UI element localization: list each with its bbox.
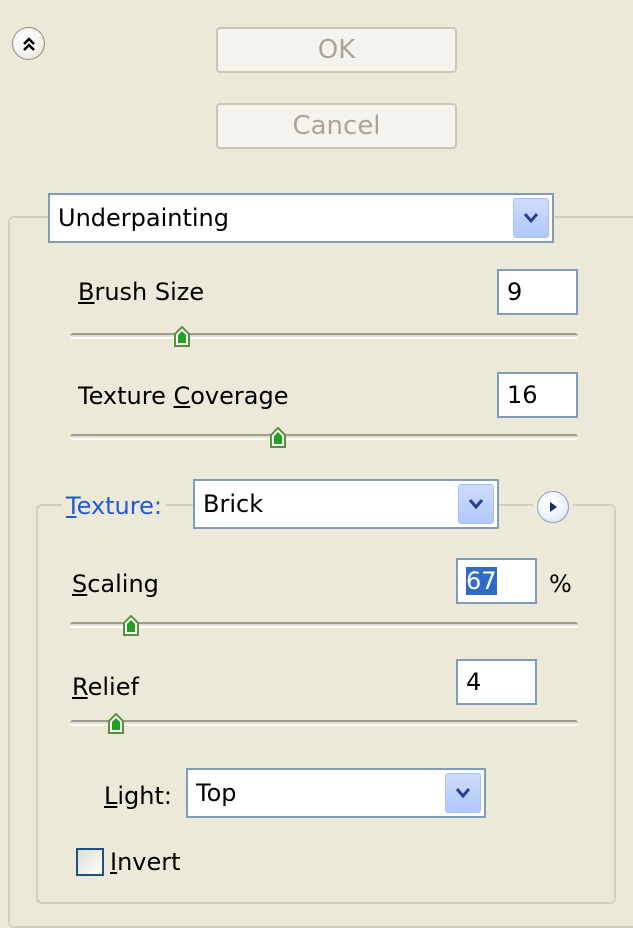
texture-dropdown-button[interactable] [458,484,494,524]
texture-coverage-label: Texture Coverage [78,382,289,410]
light-select-value: Top [196,779,237,807]
cancel-button[interactable]: Cancel [216,103,457,149]
light-label: Light: [104,782,172,810]
texture-coverage-slider[interactable] [70,427,578,451]
chevron-down-icon [455,788,471,799]
texture-menu-button[interactable] [537,491,569,523]
invert-checkbox[interactable] [76,848,104,876]
texture-expand-wrapper [533,491,573,523]
brush-size-input[interactable]: 9 [497,269,578,315]
light-select[interactable]: Top [186,768,486,818]
play-icon [550,502,557,512]
filter-select-value: Underpainting [58,204,229,232]
texture-coverage-input[interactable]: 16 [497,372,578,418]
slider-thumb[interactable] [107,713,124,735]
slider-track [70,622,578,628]
filter-select[interactable]: Underpainting [48,193,554,243]
scaling-slider[interactable] [70,615,578,639]
texture-select[interactable]: Brick [193,479,499,529]
ok-button[interactable]: OK [216,27,457,73]
slider-track [70,720,578,726]
relief-slider[interactable] [70,713,578,737]
chevron-down-icon [523,213,539,224]
light-dropdown-button[interactable] [445,773,481,813]
slider-thumb[interactable] [122,615,139,637]
filter-dropdown-button[interactable] [513,198,549,238]
texture-select-value: Brick [203,490,264,518]
slider-track [70,333,578,339]
relief-label: Relief [72,673,139,701]
slider-thumb[interactable] [173,326,190,348]
double-chevron-up-icon [22,36,35,51]
invert-option[interactable]: Invert [76,848,181,876]
relief-input[interactable]: 4 [456,659,537,705]
brush-size-slider[interactable] [70,326,578,350]
invert-label: Invert [110,848,181,876]
scaling-unit: % [549,570,572,598]
chevron-down-icon [468,499,484,510]
scaling-label: Scaling [72,570,159,598]
texture-label[interactable]: Texture: [62,492,166,520]
collapse-panel-button[interactable] [12,27,45,60]
slider-thumb[interactable] [270,427,287,449]
scaling-input[interactable]: 67 [456,558,537,604]
slider-track [70,434,578,440]
brush-size-label: Brush Size [78,278,205,306]
